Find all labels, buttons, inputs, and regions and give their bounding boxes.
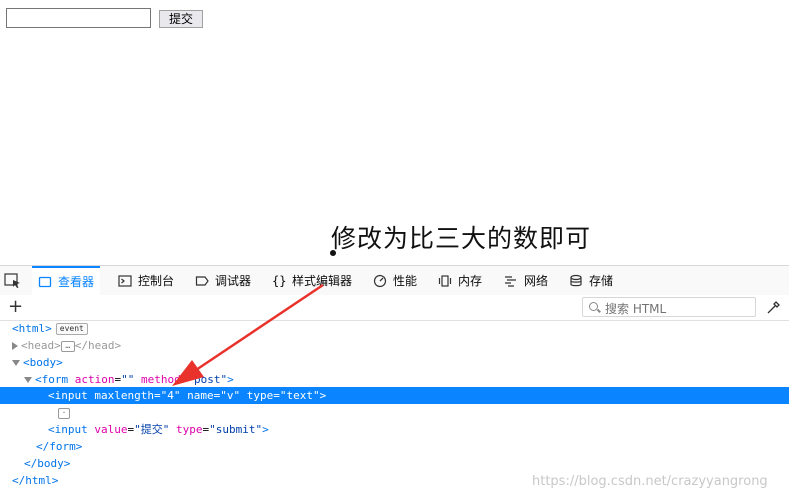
form-action-attr: action bbox=[74, 373, 115, 386]
node-body[interactable]: <body> bbox=[12, 354, 789, 371]
text-input[interactable] bbox=[6, 8, 151, 28]
watermark: https://blog.csdn.net/crazyyangrong bbox=[532, 474, 768, 489]
event-badge[interactable]: event bbox=[55, 323, 88, 335]
rendered-page: 提交 修改为比三大的数即可 bbox=[0, 0, 789, 265]
tab-performance-label: 性能 bbox=[393, 274, 418, 288]
form-close-tag: </form> bbox=[36, 440, 83, 453]
tab-style-editor-label: 样式编辑器 bbox=[292, 274, 353, 288]
tab-debugger[interactable]: 调试器 bbox=[189, 266, 257, 295]
tab-debugger-label: 调试器 bbox=[215, 274, 252, 288]
node-form-close[interactable]: </form> bbox=[36, 438, 789, 455]
input2-tag: input bbox=[54, 423, 88, 436]
add-node-icon[interactable]: + bbox=[8, 297, 23, 317]
node-input-submit[interactable]: <input value="提交" type="submit"> bbox=[48, 421, 789, 438]
html-close-tag: </html> bbox=[12, 474, 59, 487]
tab-style-editor[interactable]: {} 样式编辑器 bbox=[266, 266, 358, 295]
input1-maxlength-attr: maxlength bbox=[94, 389, 154, 402]
input1-name-val: "v" bbox=[220, 389, 241, 402]
inspector-toolbar: + 搜索 HTML bbox=[0, 295, 789, 321]
form-action-val: "" bbox=[121, 373, 135, 386]
annotation-dot bbox=[330, 250, 336, 256]
head-open-tag: <head> bbox=[21, 339, 61, 352]
tab-inspector-label: 查看器 bbox=[58, 275, 95, 289]
expand-head-icon[interactable] bbox=[12, 342, 18, 350]
node-whitespace[interactable]: · bbox=[58, 404, 789, 421]
input2-type-attr: type bbox=[176, 423, 203, 436]
tab-memory[interactable]: 内存 bbox=[432, 266, 488, 295]
search-icon bbox=[589, 302, 598, 311]
html-open-tag: <html> bbox=[12, 322, 52, 335]
style-editor-icon: {} bbox=[272, 273, 287, 288]
form-method-val: "post" bbox=[187, 373, 228, 386]
inspector-icon bbox=[38, 276, 52, 287]
tab-storage-label: 存储 bbox=[589, 274, 614, 288]
tab-network-label: 网络 bbox=[524, 274, 549, 288]
tab-storage[interactable]: 存储 bbox=[563, 266, 619, 295]
tab-inspector[interactable]: 查看器 bbox=[32, 266, 101, 295]
annotation-text: 修改为比三大的数即可 bbox=[331, 224, 592, 253]
input2-type-val: "submit" bbox=[209, 423, 263, 436]
input2-value-val: "提交" bbox=[134, 423, 170, 436]
input2-value-attr: value bbox=[94, 423, 128, 436]
body-close-tag: </body> bbox=[24, 457, 71, 470]
head-close-tag: </head> bbox=[74, 339, 122, 352]
node-head[interactable]: <head>… </head> bbox=[12, 337, 789, 354]
node-html[interactable]: <html> event bbox=[12, 320, 789, 337]
submit-button[interactable]: 提交 bbox=[159, 10, 203, 28]
console-icon bbox=[118, 274, 132, 287]
tab-console-label: 控制台 bbox=[138, 274, 175, 288]
debugger-icon bbox=[195, 275, 209, 286]
storage-icon bbox=[570, 274, 582, 286]
input1-maxlength-val[interactable]: "4" bbox=[161, 389, 181, 402]
tab-memory-label: 内存 bbox=[458, 274, 483, 288]
tab-console[interactable]: 控制台 bbox=[112, 266, 180, 295]
collapse-body-icon[interactable] bbox=[12, 360, 20, 366]
search-html-input[interactable]: 搜索 HTML bbox=[582, 297, 756, 317]
tab-performance[interactable]: 性能 bbox=[367, 266, 423, 295]
performance-icon bbox=[373, 274, 387, 287]
input1-tag: input bbox=[54, 389, 88, 402]
node-body-close[interactable]: </body> bbox=[24, 455, 789, 472]
form-method-attr: method bbox=[141, 373, 181, 386]
collapsed-ellipsis-icon[interactable]: … bbox=[60, 340, 75, 352]
devtools-tabbar: 查看器 控制台 调试器 {} 样式编辑器 性能 内存 网络 存储 bbox=[0, 266, 789, 296]
node-input-text-selected[interactable]: <input maxlength="4" name="v" type="text… bbox=[0, 387, 789, 404]
input1-type-attr: type bbox=[246, 389, 274, 402]
network-icon bbox=[505, 275, 516, 287]
memory-icon bbox=[438, 274, 452, 287]
input1-name-attr: name bbox=[187, 389, 214, 402]
node-form[interactable]: <form action="" method="post"> bbox=[24, 371, 789, 388]
body-open-tag: <body> bbox=[23, 356, 63, 369]
tab-network[interactable]: 网络 bbox=[498, 266, 554, 295]
input1-type-val: "text" bbox=[279, 389, 320, 402]
search-placeholder: 搜索 HTML bbox=[605, 302, 667, 316]
eyedropper-icon[interactable] bbox=[766, 299, 782, 315]
collapse-form-icon[interactable] bbox=[24, 377, 32, 383]
element-picker-icon[interactable] bbox=[4, 273, 22, 289]
whitespace-node-icon: · bbox=[58, 407, 70, 419]
form-tag: form bbox=[41, 373, 69, 386]
